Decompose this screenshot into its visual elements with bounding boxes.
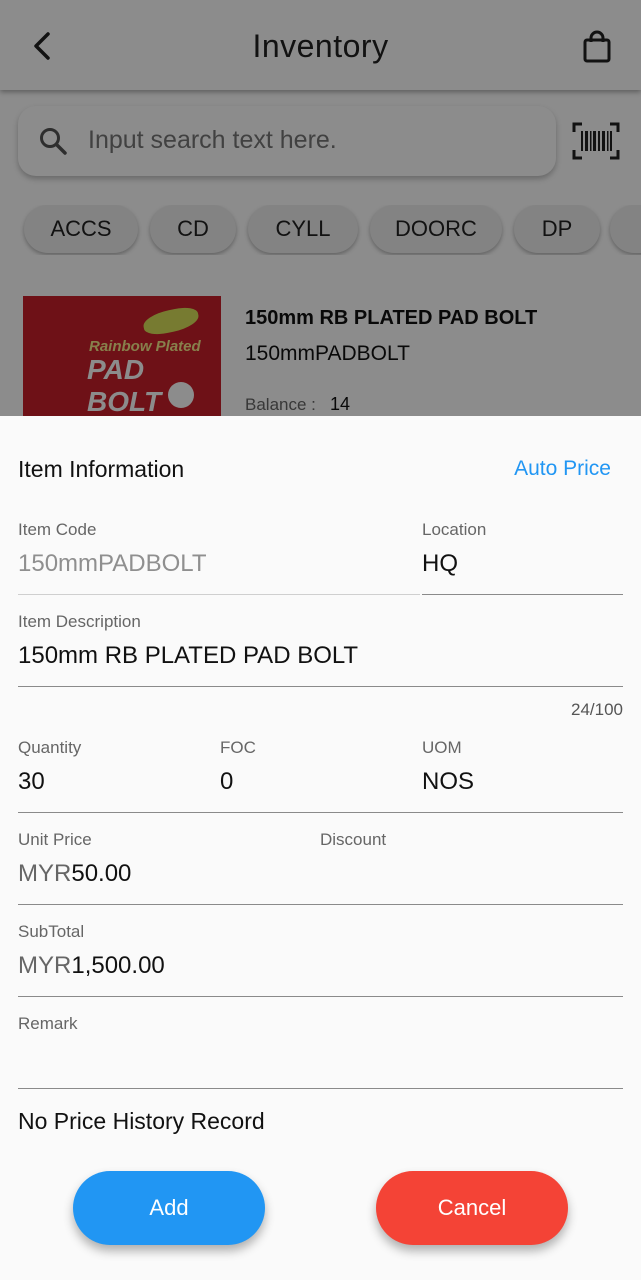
- subtotal-field: SubTotal MYR1,500.00: [18, 922, 622, 992]
- discount-field[interactable]: Discount: [320, 830, 620, 900]
- price-history-status: No Price History Record: [18, 1108, 265, 1134]
- unit-price-value: 50.00: [71, 860, 132, 887]
- remark-label: Remark: [18, 1014, 78, 1033]
- foc-field[interactable]: FOC 0: [220, 738, 410, 808]
- currency-prefix: MYR: [18, 860, 72, 887]
- item-code-label: Item Code: [18, 520, 97, 539]
- discount-label: Discount: [320, 830, 387, 849]
- item-description-field[interactable]: Item Description 150mm RB PLATED PAD BOL…: [18, 612, 622, 682]
- item-code-value: 150mmPADBOLT: [18, 550, 207, 577]
- location-field[interactable]: Location HQ: [422, 520, 622, 590]
- divider: [18, 996, 623, 997]
- uom-value[interactable]: NOS: [422, 768, 474, 796]
- item-code-field: Item Code 150mmPADBOLT: [18, 520, 418, 590]
- unit-price-input[interactable]: MYR50.00: [18, 860, 131, 888]
- uom-label: UOM: [422, 738, 462, 757]
- sheet-title: Item Information: [18, 456, 185, 482]
- unit-price-label: Unit Price: [18, 830, 92, 849]
- quantity-field[interactable]: Quantity 30: [18, 738, 208, 808]
- divider: [18, 812, 623, 813]
- currency-prefix: MYR: [18, 952, 72, 979]
- location-value[interactable]: HQ: [422, 550, 458, 578]
- foc-label: FOC: [220, 738, 256, 757]
- item-description-input[interactable]: 150mm RB PLATED PAD BOLT: [18, 642, 358, 670]
- subtotal-value: MYR1,500.00: [18, 952, 165, 980]
- subtotal-amount: 1,500.00: [71, 952, 165, 979]
- character-counter: 24/100: [571, 700, 623, 719]
- foc-input[interactable]: 0: [220, 768, 233, 796]
- item-information-sheet: Item Information Auto Price Item Code 15…: [0, 416, 641, 1280]
- divider: [422, 594, 623, 595]
- add-button[interactable]: Add: [73, 1171, 265, 1245]
- subtotal-label: SubTotal: [18, 922, 85, 941]
- divider: [18, 904, 623, 905]
- divider: [18, 686, 623, 687]
- location-label: Location: [422, 520, 487, 539]
- divider: [18, 594, 420, 595]
- uom-field[interactable]: UOM NOS: [422, 738, 622, 808]
- quantity-input[interactable]: 30: [18, 768, 45, 796]
- divider: [18, 1088, 623, 1089]
- item-description-label: Item Description: [18, 612, 141, 631]
- auto-price-button[interactable]: Auto Price: [514, 457, 611, 481]
- cancel-button[interactable]: Cancel: [376, 1171, 568, 1245]
- unit-price-field[interactable]: Unit Price MYR50.00: [18, 830, 308, 900]
- remark-field[interactable]: Remark: [18, 1014, 622, 1084]
- quantity-label: Quantity: [18, 738, 82, 757]
